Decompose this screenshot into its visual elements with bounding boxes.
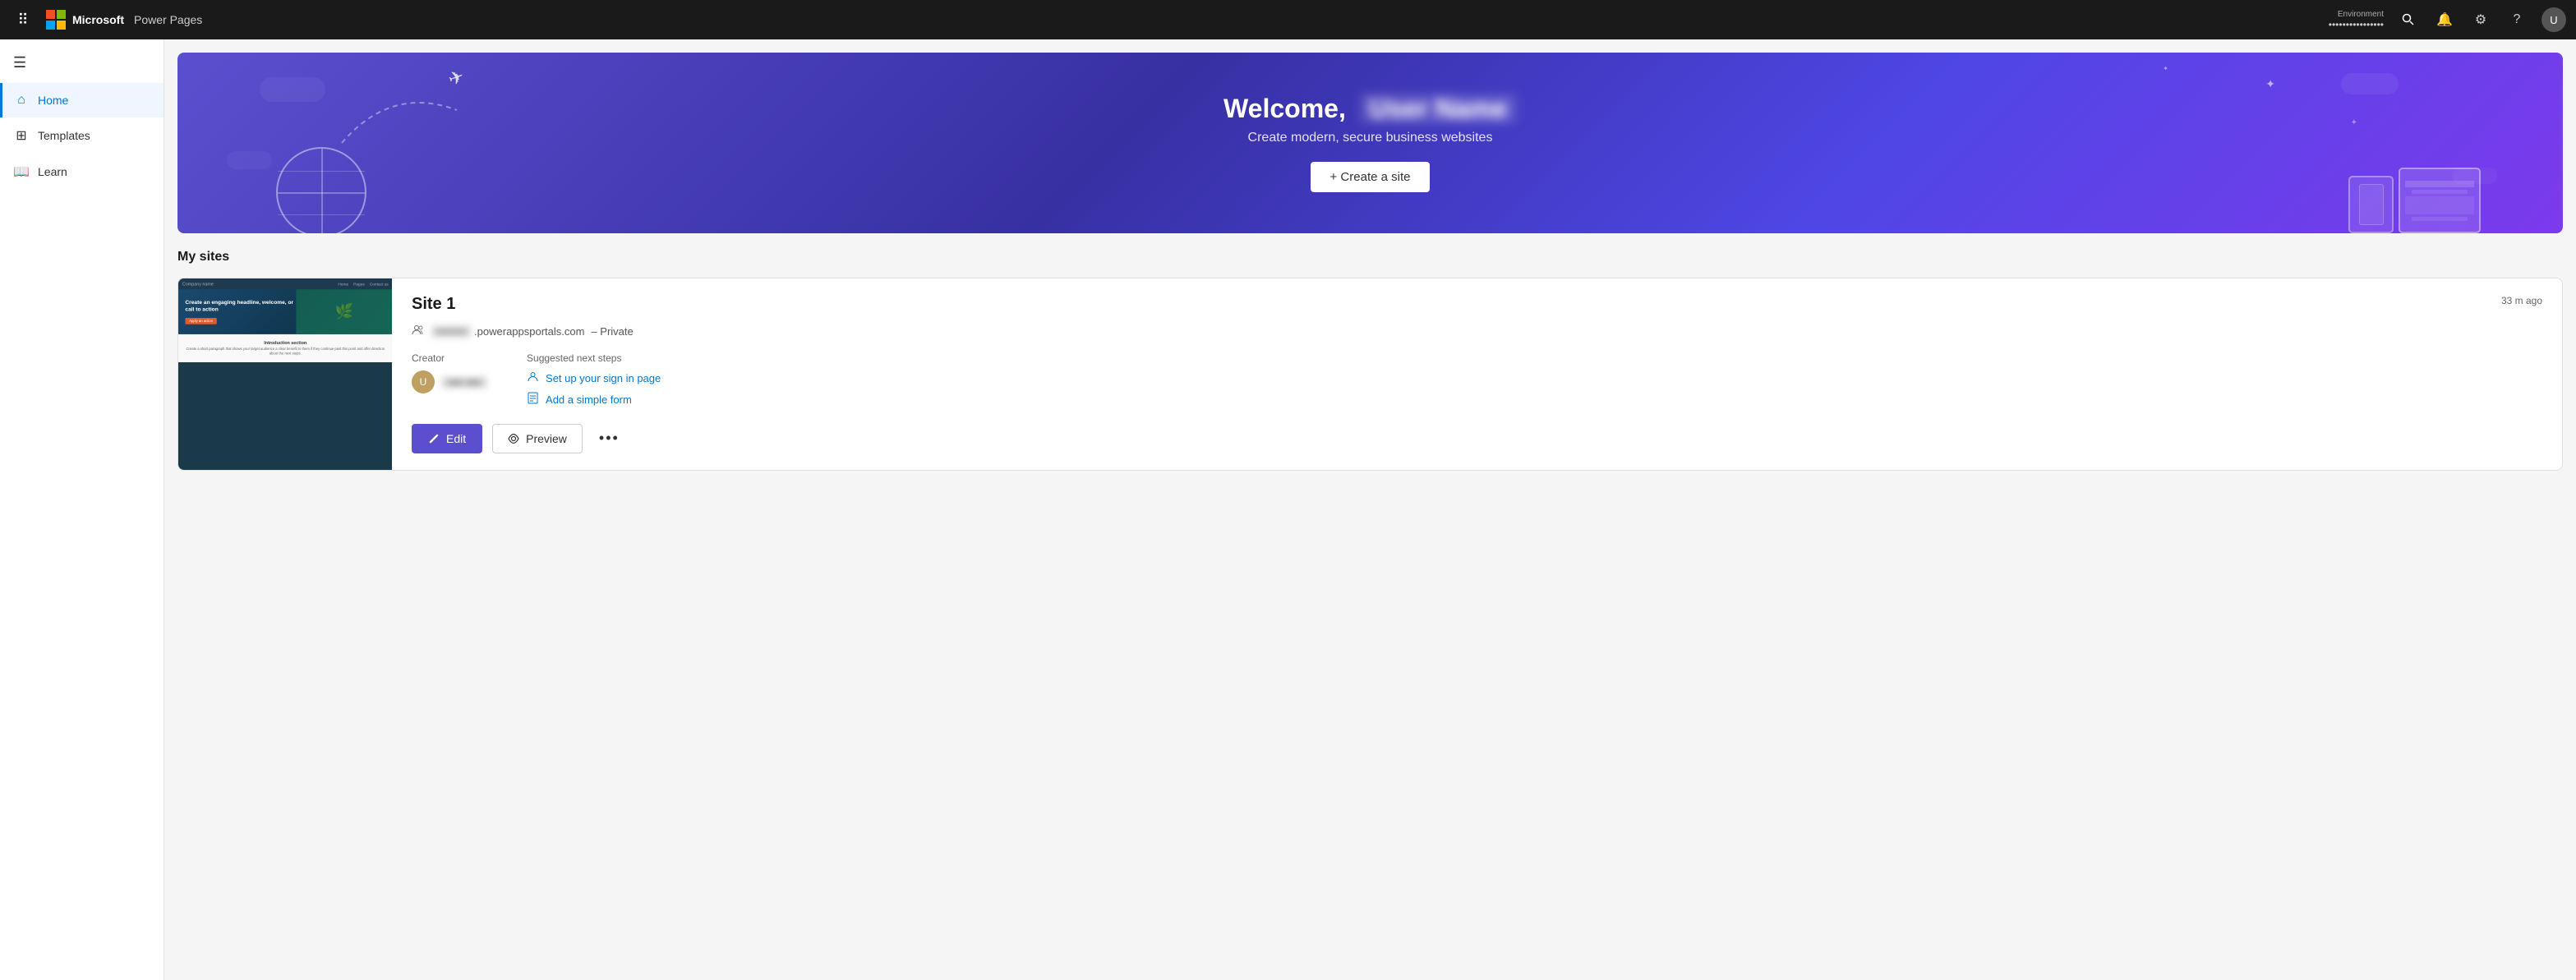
preview-hero-text-block: Create an engaging headline, welcome, or… [185, 299, 295, 324]
brand-logo: Microsoft Power Pages [46, 10, 202, 30]
hero-user-name-blurred: User Name [1360, 94, 1517, 123]
users-icon [412, 324, 425, 339]
sidebar: ☰ ⌂ Home ⊞ Templates 📖 Learn [0, 39, 164, 980]
search-icon[interactable] [2397, 8, 2420, 31]
site-preview-thumbnail: Company name Home Pages Contact us Creat… [178, 278, 392, 470]
hero-title: Welcome, User Name [1223, 94, 1517, 124]
site-url-domain: .powerappsportals.com [474, 325, 584, 338]
next-step-signin[interactable]: Set up your sign in page [527, 370, 661, 385]
waffle-menu-icon[interactable]: ⠿ [10, 7, 36, 33]
avatar[interactable]: U [2541, 7, 2566, 32]
site-url-row: •••••••• .powerappsportals.com – Private [412, 324, 2542, 339]
hero-subtitle: Create modern, secure business websites [1223, 131, 1517, 145]
sidebar-item-label-home: Home [38, 94, 68, 107]
main-content: ✈ Welcome, User Name Create modern, secu… [164, 39, 2576, 980]
devices-decoration [2348, 168, 2481, 233]
creator-label: Creator [412, 352, 487, 364]
site-timestamp: 33 m ago [2501, 295, 2542, 306]
topbar-right-section: Environment •••••••••••••••• 🔔 ⚙ ? U [2329, 7, 2566, 32]
next-step-form[interactable]: Add a simple form [527, 392, 661, 407]
star-decoration-2: ✦ [2351, 118, 2357, 127]
learn-icon: 📖 [13, 163, 30, 180]
sidebar-item-templates[interactable]: ⊞ Templates [0, 117, 164, 154]
hero-content: Welcome, User Name Create modern, secure… [1223, 94, 1517, 192]
my-sites-section: My sites Company name Home Pages Contact… [164, 233, 2576, 487]
my-sites-title: My sites [177, 250, 2563, 265]
preview-nav-home: Home [338, 282, 348, 286]
preview-button[interactable]: Preview [492, 424, 583, 453]
help-icon[interactable]: ? [2505, 8, 2528, 31]
main-layout: ☰ ⌂ Home ⊞ Templates 📖 Learn [0, 39, 2576, 980]
edit-icon [428, 433, 440, 444]
monitor-device-icon [2399, 168, 2481, 233]
sidebar-item-label-templates: Templates [38, 129, 90, 142]
next-step-form-label: Add a simple form [546, 393, 632, 406]
sidebar-item-learn[interactable]: 📖 Learn [0, 154, 164, 190]
preview-nav-pages: Pages [353, 282, 365, 286]
more-options-button[interactable]: ••• [592, 423, 626, 453]
preview-nav-contact: Contact us [370, 282, 389, 286]
create-site-button[interactable]: + Create a site [1311, 162, 1431, 192]
next-steps-section: Suggested next steps Set up your sign in… [527, 352, 661, 407]
signin-icon [527, 370, 539, 385]
next-step-signin-label: Set up your sign in page [546, 372, 661, 384]
star-decoration-3: ✦ [2163, 65, 2168, 72]
preview-brand: Company name [182, 282, 214, 287]
preview-hero-section: Create an engaging headline, welcome, or… [178, 289, 392, 334]
site-privacy-label: – Private [591, 325, 633, 338]
site-url-blurred: •••••••• [431, 325, 471, 338]
site-actions: Edit Preview ••• [412, 423, 2542, 453]
phone-device-icon [2348, 176, 2394, 233]
microsoft-logo-icon [46, 10, 66, 30]
brand-name: Microsoft [72, 13, 124, 26]
preview-section-text: Create a short paragraph that shows your… [185, 347, 385, 357]
templates-icon: ⊞ [13, 127, 30, 144]
environment-selector[interactable]: Environment •••••••••••••••• [2329, 10, 2384, 30]
sidebar-item-home[interactable]: ⌂ Home [0, 83, 164, 117]
hero-banner: ✈ Welcome, User Name Create modern, secu… [177, 53, 2563, 233]
preview-inner: Company name Home Pages Contact us Creat… [178, 278, 392, 362]
next-steps-label: Suggested next steps [527, 352, 661, 364]
preview-intro-section: Introduction section Create a short para… [178, 334, 392, 363]
star-decoration-1: ✦ [2265, 77, 2275, 91]
app-name: Power Pages [134, 13, 202, 26]
sidebar-nav: ⌂ Home ⊞ Templates 📖 Learn [0, 83, 164, 190]
cloud-decoration-1 [260, 77, 325, 102]
site-url: •••••••• .powerappsportals.com [431, 325, 584, 338]
preview-hero-headline: Create an engaging headline, welcome, or… [185, 299, 295, 313]
site-card: Company name Home Pages Contact us Creat… [177, 278, 2563, 471]
topbar: ⠿ Microsoft Power Pages Environment ••••… [0, 0, 2576, 39]
preview-nav-bar: Company name Home Pages Contact us [178, 278, 392, 289]
sidebar-hamburger-icon[interactable]: ☰ [0, 46, 164, 80]
home-icon: ⌂ [13, 93, 30, 108]
cloud-decoration-3 [2341, 73, 2399, 94]
settings-icon[interactable]: ⚙ [2469, 8, 2492, 31]
creator-row: U •••• •••• [412, 370, 487, 393]
edit-button[interactable]: Edit [412, 424, 482, 453]
next-steps-list: Set up your sign in page Add a simple fo… [527, 370, 661, 407]
site-name: Site 1 [412, 295, 2542, 314]
sidebar-item-label-learn: Learn [38, 165, 67, 178]
form-icon [527, 392, 539, 407]
notification-icon[interactable]: 🔔 [2433, 8, 2456, 31]
environment-value: •••••••••••••••• [2329, 19, 2384, 30]
cloud-decoration-2 [227, 151, 272, 169]
preview-icon [508, 433, 519, 444]
site-details: 33 m ago Site 1 •••••••• .powerappsporta… [392, 278, 2562, 470]
preview-hero-image: 🌿 [296, 289, 392, 334]
creator-avatar: U [412, 370, 435, 393]
site-meta-row: Creator U •••• •••• Suggested next steps [412, 352, 2542, 407]
environment-label: Environment [2338, 10, 2384, 19]
preview-nav-items: Home Pages Contact us [338, 282, 388, 286]
creator-name: •••• •••• [441, 376, 487, 389]
preview-hero-cta: Apply an action [185, 318, 216, 324]
creator-section: Creator U •••• •••• [412, 352, 487, 407]
preview-section-title: Introduction section [185, 340, 385, 345]
